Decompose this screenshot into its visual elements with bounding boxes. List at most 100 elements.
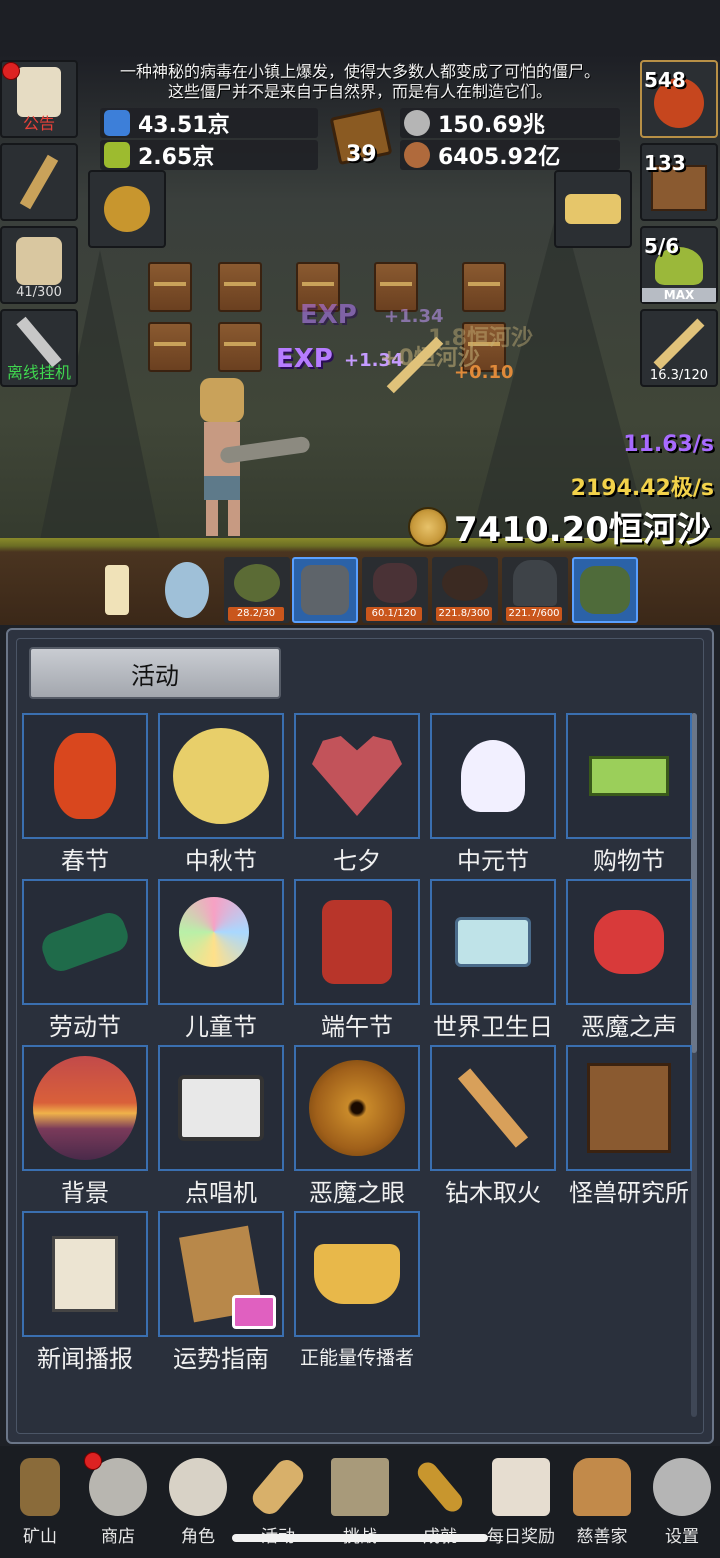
- event-label: 春节: [61, 847, 109, 875]
- nav-daily-reward[interactable]: 每日奖励: [481, 1452, 561, 1548]
- player-shorts: [204, 476, 240, 500]
- event-icon-frame: [22, 879, 148, 1005]
- monster-crate: [374, 262, 418, 312]
- monster-slot[interactable]: 221.8/300: [432, 557, 498, 623]
- event-monster-lab[interactable]: 怪兽研究所: [566, 1045, 692, 1211]
- event-icon-frame: [158, 879, 284, 1005]
- golden-key-button[interactable]: [88, 170, 166, 248]
- sword-upgrade-button[interactable]: 16.3/120: [640, 309, 718, 387]
- lantern-nav-icon: [20, 1458, 60, 1516]
- event-mid-autumn[interactable]: 中秋节: [158, 713, 284, 879]
- silver-value: 150.69兆: [438, 113, 545, 138]
- egg-icon: [165, 562, 209, 618]
- slime-button[interactable]: 5/6 MAX: [640, 226, 718, 304]
- scroll-nav-icon: [247, 1455, 309, 1519]
- gold-bar-button[interactable]: [554, 170, 632, 248]
- event-icon-frame: [158, 1045, 284, 1171]
- mask-icon: [322, 900, 392, 984]
- event-childrens-day[interactable]: 儿童节: [158, 879, 284, 1045]
- chat-bubble-icon: [232, 1295, 276, 1329]
- event-icon-frame: [566, 879, 692, 1005]
- green-potion-icon: [104, 142, 130, 168]
- torch-button[interactable]: [0, 143, 78, 221]
- nav-settings[interactable]: 设置: [642, 1452, 720, 1548]
- event-shopping-festival[interactable]: 购物节: [566, 713, 692, 879]
- event-news[interactable]: 新闻播报: [22, 1211, 148, 1377]
- nav-character[interactable]: 角色: [158, 1452, 238, 1548]
- notice-button[interactable]: 公告: [0, 60, 78, 138]
- spider-icon: [442, 565, 488, 602]
- exp-popup: EXP: [276, 344, 333, 374]
- event-fire-drill[interactable]: 钻木取火: [430, 1045, 556, 1211]
- tab-activity-label: 活动: [131, 661, 179, 690]
- nav-mine[interactable]: 矿山: [0, 1452, 80, 1548]
- tab-activity[interactable]: 活动: [29, 647, 281, 699]
- meat-resource: 6405.92亿: [400, 140, 620, 170]
- event-label: 怪兽研究所: [569, 1179, 689, 1207]
- potion-button[interactable]: 548: [640, 60, 718, 138]
- event-labor-day[interactable]: 劳动节: [22, 879, 148, 1045]
- event-demon-eye[interactable]: 恶魔之眼: [294, 1045, 420, 1211]
- silver-coin-icon: [404, 110, 430, 136]
- event-icon-frame: [294, 1211, 420, 1337]
- lantern-icon: [54, 733, 116, 819]
- event-icon-frame: [158, 713, 284, 839]
- event-icon-frame: [294, 879, 420, 1005]
- meat-value: 6405.92亿: [438, 145, 561, 170]
- beer-mug-icon: [16, 236, 62, 285]
- event-icon-frame: [566, 713, 692, 839]
- nav-label: 矿山: [23, 1527, 57, 1547]
- lollipop-icon: [178, 897, 249, 968]
- monster-slot[interactable]: 221.7/600: [502, 557, 568, 623]
- map-nav-icon: [331, 1458, 389, 1516]
- event-spring-festival[interactable]: 春节: [22, 713, 148, 879]
- monster-crate: [218, 322, 262, 372]
- event-icon-frame: [22, 1211, 148, 1337]
- book-button[interactable]: 39: [328, 106, 393, 168]
- activity-panel: 活动 春节 中秋节 七夕 中元节 购物节 劳动节 儿童节 端午节 世界卫生日 恶…: [6, 628, 714, 1444]
- event-background[interactable]: 背景: [22, 1045, 148, 1211]
- player-character: [190, 378, 311, 538]
- nav-philanthropist[interactable]: 慈善家: [562, 1452, 642, 1548]
- player-leg: [206, 500, 218, 536]
- event-icon-frame: [430, 713, 556, 839]
- event-dragon-boat[interactable]: 端午节: [294, 879, 420, 1045]
- monster-slot[interactable]: [154, 557, 220, 623]
- event-demon-voice[interactable]: 恶魔之声: [566, 879, 692, 1045]
- notification-dot: [84, 1452, 102, 1470]
- event-label: 劳动节: [49, 1013, 121, 1041]
- beer-button[interactable]: 41/300: [0, 226, 78, 304]
- heart-icon: [312, 736, 402, 816]
- monster-slot-selected[interactable]: [292, 557, 358, 623]
- event-zhongyuan[interactable]: 中元节: [430, 713, 556, 879]
- exp-rate: 11.63/s: [623, 432, 714, 457]
- event-qixi[interactable]: 七夕: [294, 713, 420, 879]
- monster-hp: 60.1/120: [366, 607, 422, 621]
- coin-rate: 2194.42极/s: [570, 476, 714, 501]
- event-fortune-guide[interactable]: 运势指南: [158, 1211, 284, 1377]
- event-jukebox[interactable]: 点唱机: [158, 1045, 284, 1211]
- monster-slot[interactable]: [84, 557, 150, 623]
- total-coins-value: 7410.20恒河沙: [454, 510, 711, 550]
- crown-icon: [314, 1244, 400, 1304]
- offline-idle-button[interactable]: 离线挂机: [0, 309, 78, 387]
- moon-icon: [173, 728, 269, 824]
- monster-hp: 221.7/600: [506, 607, 562, 621]
- candle-icon: [105, 565, 129, 615]
- nav-label: 角色: [181, 1527, 215, 1547]
- event-world-health-day[interactable]: 世界卫生日: [430, 879, 556, 1045]
- event-label: 中秋节: [185, 847, 257, 875]
- nav-shop[interactable]: 商店: [78, 1452, 158, 1548]
- blue-potion-value: 43.51京: [138, 113, 230, 138]
- home-indicator[interactable]: [232, 1534, 488, 1542]
- monster-hp: 28.2/30: [228, 607, 284, 621]
- treasure-chest-button[interactable]: 133: [640, 143, 718, 221]
- ambulance-icon: [455, 917, 531, 967]
- monster-slot[interactable]: 28.2/30: [224, 557, 290, 623]
- nav-label: 商店: [101, 1527, 135, 1547]
- activity-panel-inner: 活动 春节 中秋节 七夕 中元节 购物节 劳动节 儿童节 端午节 世界卫生日 恶…: [16, 638, 704, 1434]
- event-positive-energy[interactable]: 正能量传播者: [294, 1211, 420, 1377]
- monster-slot[interactable]: 60.1/120: [362, 557, 428, 623]
- monster-slot-selected[interactable]: [572, 557, 638, 623]
- event-icon-frame: [566, 1045, 692, 1171]
